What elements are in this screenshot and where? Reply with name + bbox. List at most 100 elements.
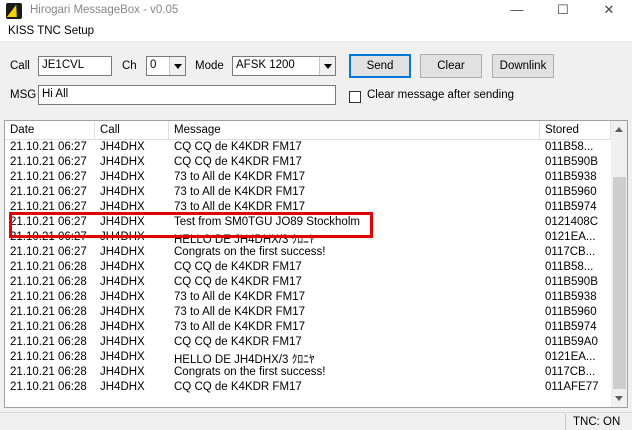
ch-label: Ch xyxy=(122,60,137,72)
highlight-box xyxy=(9,212,373,238)
downlink-button[interactable]: Downlink xyxy=(492,54,554,78)
cell-stored: 011B5938 xyxy=(545,291,597,303)
menu-kiss-tnc-setup[interactable]: KISS TNC Setup xyxy=(8,25,94,37)
cell-stored: 011B5974 xyxy=(545,321,597,333)
cell-date: 21.10.21 06:28 xyxy=(10,336,87,348)
cell-stored: 0121EA... xyxy=(545,351,596,363)
column-header-date[interactable]: Date xyxy=(5,121,95,140)
cell-date: 21.10.21 06:27 xyxy=(10,156,87,168)
cell-message: 73 to All de K4KDR FM17 xyxy=(174,291,306,303)
cell-call: JH4DHX xyxy=(100,351,145,363)
table-row[interactable]: 21.10.21 06:28 JH4DHX 73 to All de K4KDR F… xyxy=(5,305,610,320)
cell-stored: 0121EA... xyxy=(545,231,596,243)
table-row[interactable]: 21.10.21 06:28 JH4DHX Congrats on the firs… xyxy=(5,365,610,380)
mode-label: Mode xyxy=(195,60,224,72)
cell-call: JH4DHX xyxy=(100,366,145,378)
status-bar: TNC: ON xyxy=(0,412,632,430)
table-row[interactable]: 21.10.21 06:27 JH4DHX 73 to All de K4KDR F… xyxy=(5,185,610,200)
cell-message: CQ CQ de K4KDR FM17 xyxy=(174,381,302,393)
channel-select[interactable]: 0 xyxy=(146,56,186,76)
cell-stored: 011B5974 xyxy=(545,201,597,213)
cell-date: 21.10.21 06:27 xyxy=(10,186,87,198)
cell-stored: 0117CB... xyxy=(545,246,596,258)
message-list[interactable]: Date Call Message Stored 21.10.21 06:27 J… xyxy=(4,120,628,408)
maximize-button[interactable]: ☐ xyxy=(540,0,586,22)
clear-after-send-label: Clear message after sending xyxy=(367,89,515,101)
cell-stored: 0121408C xyxy=(545,216,599,228)
table-row[interactable]: 21.10.21 06:28 JH4DHX 73 to All de K4KDR F… xyxy=(5,320,610,335)
table-row[interactable]: 21.10.21 06:28 JH4DHX CQ CQ de K4KDR FM17 0… xyxy=(5,275,610,290)
cell-stored: 011B590B xyxy=(545,156,598,168)
send-button[interactable]: Send xyxy=(349,54,411,78)
lightning-bolt-icon xyxy=(6,3,22,19)
scrollbar-thumb[interactable] xyxy=(613,177,626,389)
cell-call: JH4DHX xyxy=(100,306,145,318)
table-row[interactable]: 21.10.21 06:28 JH4DHX CQ CQ de K4KDR FM17 0… xyxy=(5,260,610,275)
cell-call: JH4DHX xyxy=(100,141,145,153)
column-header-call[interactable]: Call xyxy=(95,121,169,140)
call-label: Call xyxy=(10,60,30,72)
cell-date: 21.10.21 06:28 xyxy=(10,321,87,333)
mode-select[interactable]: AFSK 1200 xyxy=(232,56,336,76)
scroll-up-icon[interactable] xyxy=(611,121,627,138)
table-row[interactable]: 21.10.21 06:28 JH4DHX CQ CQ de K4KDR FM17 0… xyxy=(5,335,610,350)
cell-message: 73 to All de K4KDR FM17 xyxy=(174,171,306,183)
cell-date: 21.10.21 06:27 xyxy=(10,141,87,153)
cell-stored: 011B58... xyxy=(545,141,594,153)
table-row[interactable]: 21.10.21 06:27 JH4DHX CQ CQ de K4KDR FM17 0… xyxy=(5,155,610,170)
cell-call: JH4DHX xyxy=(100,246,145,258)
scroll-down-icon[interactable] xyxy=(611,390,627,407)
call-input[interactable]: JE1CVL xyxy=(38,56,112,76)
title-bar: Hirogari MessageBox - v0.05 — ☐ ✕ xyxy=(0,0,632,22)
vertical-scrollbar[interactable] xyxy=(611,121,627,407)
window-title: Hirogari MessageBox - v0.05 xyxy=(30,4,179,16)
column-header-message[interactable]: Message xyxy=(169,121,540,140)
cell-stored: 011B5960 xyxy=(545,306,597,318)
close-button[interactable]: ✕ xyxy=(586,0,632,22)
cell-message: 73 to All de K4KDR FM17 xyxy=(174,306,306,318)
minimize-button[interactable]: — xyxy=(494,0,540,22)
cell-call: JH4DHX xyxy=(100,321,145,333)
cell-message: 73 to All de K4KDR FM17 xyxy=(174,186,306,198)
channel-value: 0 xyxy=(150,59,157,71)
cell-call: JH4DHX xyxy=(100,186,145,198)
table-row[interactable]: 21.10.21 06:27 JH4DHX CQ CQ de K4KDR FM17 0… xyxy=(5,140,610,155)
cell-message: 73 to All de K4KDR FM17 xyxy=(174,321,306,333)
cell-date: 21.10.21 06:28 xyxy=(10,276,87,288)
msg-label: MSG xyxy=(10,89,37,101)
table-row[interactable]: 21.10.21 06:28 JH4DHX HELLO DE JH4DHX/3 ｸﾛ… xyxy=(5,350,610,366)
cell-date: 21.10.21 06:28 xyxy=(10,381,87,393)
cell-stored: 011B590B xyxy=(545,276,598,288)
clear-after-send-checkbox[interactable] xyxy=(349,91,361,103)
cell-message: CQ CQ de K4KDR FM17 xyxy=(174,156,302,168)
cell-stored: 011B5938 xyxy=(545,171,597,183)
cell-date: 21.10.21 06:27 xyxy=(10,246,87,258)
table-row[interactable]: 21.10.21 06:28 JH4DHX 73 to All de K4KDR F… xyxy=(5,290,610,305)
cell-stored: 011AFE77 xyxy=(545,381,599,393)
column-header-stored[interactable]: Stored xyxy=(540,121,611,140)
cell-call: JH4DHX xyxy=(100,336,145,348)
cell-stored: 0117CB... xyxy=(545,366,596,378)
table-row[interactable]: 21.10.21 06:28 JH4DHX CQ CQ de K4KDR FM17 0… xyxy=(5,380,610,395)
cell-message: CQ CQ de K4KDR FM17 xyxy=(174,141,302,153)
cell-message: Congrats on the first success! xyxy=(174,366,326,378)
cell-stored: 011B5960 xyxy=(545,186,597,198)
cell-message: Congrats on the first success! xyxy=(174,246,326,258)
cell-message: CQ CQ de K4KDR FM17 xyxy=(174,261,302,273)
message-rows: 21.10.21 06:27 JH4DHX CQ CQ de K4KDR FM17 0… xyxy=(5,140,610,395)
cell-call: JH4DHX xyxy=(100,156,145,168)
table-row[interactable]: 21.10.21 06:27 JH4DHX 73 to All de K4KDR F… xyxy=(5,170,610,185)
cell-call: JH4DHX xyxy=(100,261,145,273)
table-row[interactable]: 21.10.21 06:27 JH4DHX Congrats on the firs… xyxy=(5,245,610,260)
cell-date: 21.10.21 06:28 xyxy=(10,261,87,273)
menu-bar: KISS TNC Setup xyxy=(0,22,632,42)
cell-date: 21.10.21 06:28 xyxy=(10,291,87,303)
cell-date: 21.10.21 06:27 xyxy=(10,171,87,183)
cell-message: CQ CQ de K4KDR FM17 xyxy=(174,276,302,288)
cell-stored: 011B58... xyxy=(545,261,594,273)
cell-date: 21.10.21 06:28 xyxy=(10,306,87,318)
message-input[interactable]: Hi All xyxy=(38,85,336,105)
cell-stored: 011B59A0 xyxy=(545,336,598,348)
cell-call: JH4DHX xyxy=(100,381,145,393)
clear-button[interactable]: Clear xyxy=(420,54,482,78)
